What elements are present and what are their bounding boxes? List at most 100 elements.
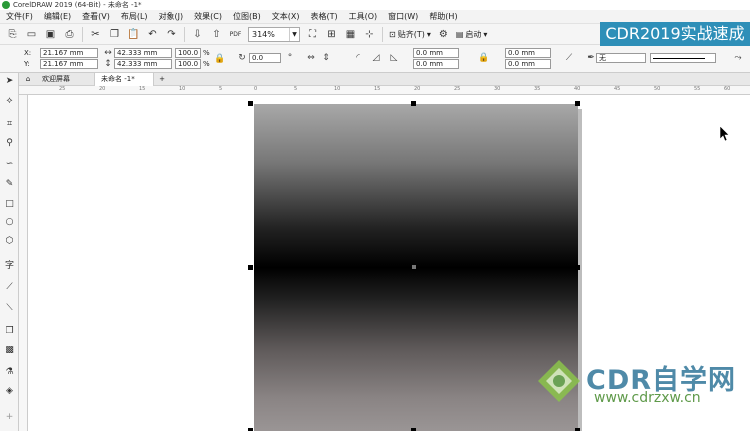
parallel-dimension-icon[interactable]: ⟋ xyxy=(3,281,16,294)
relative-scaling-icon[interactable]: ⟋ xyxy=(563,52,575,64)
ruler-tick: 50 xyxy=(654,86,661,92)
publish-pdf-button[interactable]: PDF xyxy=(228,27,243,42)
y-position-input[interactable]: 21.167 mm xyxy=(40,59,98,69)
horizontal-ruler[interactable]: 25 20 15 10 5 0 5 10 15 20 25 30 35 40 4… xyxy=(19,86,750,95)
rulers-icon[interactable]: ⊞ xyxy=(324,27,339,42)
lock-corners-icon[interactable]: 🔒 xyxy=(478,52,490,64)
eyedropper-icon[interactable]: ⚗ xyxy=(3,366,16,379)
menu-file[interactable]: 文件(F) xyxy=(6,11,33,22)
new-document-icon[interactable]: ⎘ xyxy=(5,27,20,42)
menu-table[interactable]: 表格(T) xyxy=(310,11,337,22)
toolbox: ➤ ⟡ ⌗ ⚲ ∽ ✎ □ ○ ⬡ 字 ⟋ ⟍ ❒ ▩ ⚗ ◈ + xyxy=(0,73,19,431)
degree-icon: ° xyxy=(287,53,293,63)
menu-tools[interactable]: 工具(O) xyxy=(349,11,378,22)
menu-window[interactable]: 窗口(W) xyxy=(388,11,418,22)
corner-radius-bottom-left-input[interactable]: 0.0 mm xyxy=(413,59,459,69)
ruler-tick: 5 xyxy=(294,86,298,92)
corner-radius-bottom-right-input[interactable]: 0.0 mm xyxy=(505,59,551,69)
save-icon[interactable]: ▣ xyxy=(43,27,58,42)
menu-bitmaps[interactable]: 位图(B) xyxy=(233,11,261,22)
drop-shadow-icon[interactable]: ❒ xyxy=(3,325,16,338)
ruler-tick: 25 xyxy=(59,86,66,92)
redo-icon[interactable]: ↷ xyxy=(164,27,179,42)
scalloped-corner-icon[interactable]: ◿ xyxy=(370,52,382,64)
x-position-input[interactable]: 21.167 mm xyxy=(40,48,98,58)
y-label: Y: xyxy=(24,60,30,68)
transparency-icon[interactable]: ▩ xyxy=(3,344,16,357)
interactive-fill-icon[interactable]: ◈ xyxy=(3,385,16,398)
chamfered-corner-icon[interactable]: ◺ xyxy=(388,52,400,64)
zoom-level-select[interactable]: 314% ▼ xyxy=(248,26,300,42)
artistic-media-icon[interactable]: ✎ xyxy=(3,178,16,191)
snap-label: 贴齐(T) xyxy=(397,29,425,39)
height-icon: ↕ xyxy=(104,59,112,69)
selection-center-marker[interactable] xyxy=(412,265,416,269)
ruler-tick: 60 xyxy=(724,86,731,92)
scale-height-input[interactable]: 100.0 xyxy=(175,59,201,69)
percent-label: % xyxy=(203,49,210,57)
rectangle-tool-icon[interactable]: □ xyxy=(3,198,16,211)
ellipse-tool-icon[interactable]: ○ xyxy=(3,216,16,229)
corner-radius-top-left-input[interactable]: 0.0 mm xyxy=(413,48,459,58)
selection-handle-top[interactable] xyxy=(411,101,416,106)
convert-to-curves-icon[interactable]: ⤳ xyxy=(732,52,744,64)
snap-to-dropdown[interactable]: ⊡ 贴齐(T) ▾ xyxy=(389,29,431,40)
width-input[interactable]: 42.333 mm xyxy=(114,48,172,58)
crop-tool-icon[interactable]: ⌗ xyxy=(3,118,16,131)
window-title: CorelDRAW 2019 (64-Bit) - 未命名 -1* xyxy=(13,1,142,9)
round-corner-icon[interactable]: ◜ xyxy=(352,52,364,64)
menu-object[interactable]: 对象(J) xyxy=(159,11,184,22)
mirror-horizontal-icon[interactable]: ⇔ xyxy=(305,52,317,64)
selection-handle-right[interactable] xyxy=(575,265,580,270)
launch-dropdown[interactable]: ▤ 启动 ▾ xyxy=(456,29,488,40)
coreldraw-app-icon xyxy=(2,1,10,9)
shape-tool-icon[interactable]: ⟡ xyxy=(3,95,16,108)
height-input[interactable]: 42.333 mm xyxy=(114,59,172,69)
paste-icon[interactable]: 📋 xyxy=(126,27,141,42)
title-bar: CorelDRAW 2019 (64-Bit) - 未命名 -1* xyxy=(0,0,750,10)
text-tool-icon[interactable]: 字 xyxy=(3,260,16,273)
menu-edit[interactable]: 编辑(E) xyxy=(44,11,71,22)
scale-width-input[interactable]: 100.0 xyxy=(175,48,201,58)
ruler-tick: 55 xyxy=(694,86,701,92)
zoom-tool-icon[interactable]: ⚲ xyxy=(3,137,16,150)
import-icon[interactable]: ⇩ xyxy=(190,27,205,42)
menu-layout[interactable]: 布局(L) xyxy=(121,11,148,22)
lock-ratio-icon[interactable]: 🔒 xyxy=(214,53,226,65)
outline-width-select[interactable]: 无 xyxy=(596,53,646,63)
print-icon[interactable]: ⎙ xyxy=(62,27,77,42)
add-tool-icon[interactable]: + xyxy=(3,411,16,424)
polygon-tool-icon[interactable]: ⬡ xyxy=(3,235,16,248)
undo-icon[interactable]: ↶ xyxy=(145,27,160,42)
line-style-preview xyxy=(653,57,705,59)
tab-welcome-screen[interactable]: 欢迎屏幕 xyxy=(36,73,76,86)
vertical-ruler[interactable] xyxy=(19,95,28,431)
connector-tool-icon[interactable]: ⟍ xyxy=(3,302,16,315)
options-gear-icon[interactable]: ⚙ xyxy=(436,27,451,42)
line-style-select[interactable] xyxy=(650,53,716,63)
selection-handle-top-left[interactable] xyxy=(248,101,253,106)
freehand-tool-icon[interactable]: ∽ xyxy=(3,158,16,171)
menu-effects[interactable]: 效果(C) xyxy=(194,11,222,22)
full-screen-icon[interactable]: ⛶ xyxy=(305,27,320,42)
ruler-tick: 5 xyxy=(219,86,223,92)
selection-handle-top-right[interactable] xyxy=(575,101,580,106)
menu-text[interactable]: 文本(X) xyxy=(272,11,300,22)
cut-icon[interactable]: ✂ xyxy=(88,27,103,42)
pick-tool-icon[interactable]: ➤ xyxy=(3,75,16,88)
corner-radius-top-right-input[interactable]: 0.0 mm xyxy=(505,48,551,58)
home-icon[interactable]: ⌂ xyxy=(21,73,35,86)
tab-untitled-1[interactable]: 未命名 -1* xyxy=(94,73,154,86)
add-tab-icon[interactable]: + xyxy=(156,73,168,86)
menu-help[interactable]: 帮助(H) xyxy=(429,11,457,22)
export-icon[interactable]: ⇧ xyxy=(209,27,224,42)
rotation-input[interactable]: 0.0 xyxy=(249,53,281,63)
ruler-tick: 10 xyxy=(179,86,186,92)
mirror-vertical-icon[interactable]: ⇕ xyxy=(320,52,332,64)
selection-handle-left[interactable] xyxy=(248,265,253,270)
open-folder-icon[interactable]: ▭ xyxy=(24,27,39,42)
grid-icon[interactable]: ▦ xyxy=(343,27,358,42)
guidelines-icon[interactable]: ⊹ xyxy=(362,27,377,42)
copy-icon[interactable]: ❐ xyxy=(107,27,122,42)
menu-view[interactable]: 查看(V) xyxy=(82,11,110,22)
